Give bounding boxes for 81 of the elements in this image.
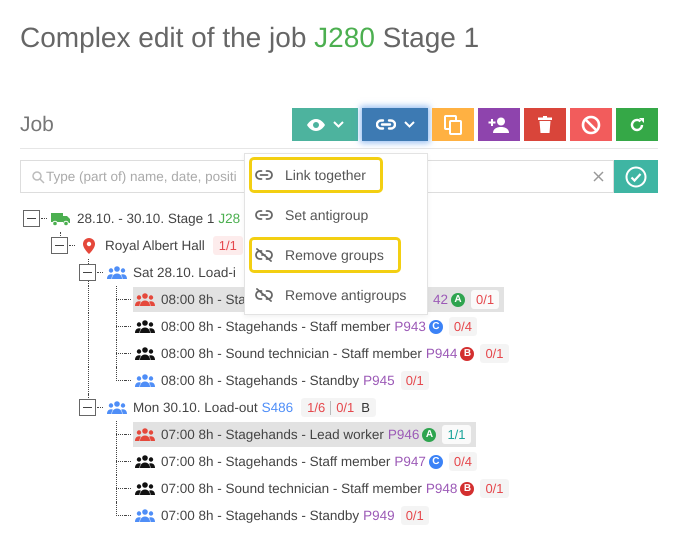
check-circle-icon	[625, 166, 647, 188]
count-text: 1/6	[307, 400, 326, 415]
search-icon	[32, 171, 45, 184]
trash-icon	[538, 116, 552, 133]
count-badge: 0/1	[400, 371, 429, 390]
view-button[interactable]	[292, 108, 358, 141]
item-code: J28	[218, 211, 240, 226]
delete-button[interactable]	[524, 108, 566, 141]
link-icon	[255, 170, 273, 180]
node-label: Sat 28.10. Load-i	[133, 265, 236, 280]
node-label: 07:00 8h - Stagehands - Standby	[161, 508, 360, 523]
item-code: P946	[388, 427, 420, 442]
letter-badge: C	[428, 320, 443, 334]
collapse-toggle[interactable]	[79, 264, 96, 281]
link-icon	[376, 119, 396, 130]
item-code: 42	[433, 292, 448, 307]
node-label: 07:00 8h - Stagehands - Lead worker	[161, 427, 384, 442]
count-badge: 0/1	[480, 344, 509, 363]
truck-icon	[51, 212, 71, 226]
broken-link-icon	[255, 248, 273, 262]
menu-item[interactable]: Remove groups	[249, 237, 401, 273]
count-badge: 0/1	[400, 506, 429, 525]
tree-row[interactable]: 07:00 8h - Stagehands - Lead worker P946 A 1/1	[133, 422, 476, 447]
link-icon	[255, 210, 273, 220]
collapse-toggle[interactable]	[51, 237, 68, 254]
node-label: 08:00 8h - Stagehands - Standby	[161, 373, 360, 388]
count-text: 1/1	[218, 238, 237, 253]
collapse-toggle[interactable]	[79, 399, 96, 416]
item-code: P943	[394, 319, 426, 334]
count-badge: 0/1	[471, 290, 500, 309]
count-note: B	[361, 400, 370, 415]
count-badge: 0/4	[448, 317, 477, 336]
node-label: 08:00 8h - Sound technician - Staff member	[161, 346, 422, 361]
item-code: P944	[426, 346, 458, 361]
menu-item[interactable]: Link together	[249, 157, 383, 193]
add-person-icon	[488, 116, 510, 132]
count-badge: 1/1	[442, 425, 471, 444]
count-badge: 0/4	[448, 452, 477, 471]
item-code: P948	[426, 481, 458, 496]
copy-icon	[444, 114, 462, 134]
ban-icon	[581, 114, 601, 134]
node-label: 07:00 8h - Stagehands - Staff member	[161, 454, 390, 469]
item-code: P949	[363, 508, 395, 523]
link-button[interactable]	[362, 108, 428, 141]
tree-row[interactable]: 07:00 8h - Sound technician - Staff member P948 B 0/1	[133, 476, 514, 501]
node-label: 28.10. - 30.10. Stage 1	[77, 211, 214, 226]
letter-badge: B	[460, 482, 474, 496]
people-icon	[107, 266, 127, 279]
collapse-toggle[interactable]	[23, 210, 40, 227]
letter-badge: A	[422, 428, 436, 442]
node-label: Mon 30.10. Load-out	[133, 400, 258, 415]
node-label: 08:00 8h - Stagehands - Staff member	[161, 319, 390, 334]
add-person-button[interactable]	[478, 108, 520, 141]
chevron-down-icon	[332, 121, 344, 128]
item-code: P947	[394, 454, 426, 469]
count-badge: 0/1	[480, 479, 509, 498]
tree-row[interactable]: 08:00 8h - Stagehands - Staff member P943 C 0/4	[133, 314, 482, 339]
letter-badge: B	[460, 346, 474, 360]
chevron-down-icon	[404, 121, 414, 128]
eye-icon	[306, 118, 324, 130]
node-label: Royal Albert Hall	[105, 238, 205, 253]
node-label: 07:00 8h - Sound technician - Staff member	[161, 481, 422, 496]
people-icon	[107, 401, 127, 414]
tree-row[interactable]: 08:00 8h - Sound technician - Staff member P944 B 0/1	[133, 341, 514, 366]
section-title: Job	[20, 112, 54, 136]
page-title: Complex edit of the job J280 Stage 1	[20, 22, 480, 53]
tree-row[interactable]: 08:00 8h - Stagehands - Standby P945 0/1	[133, 368, 434, 393]
item-code: P945	[363, 373, 395, 388]
broken-link-icon	[255, 288, 273, 302]
refresh-button[interactable]	[616, 108, 658, 141]
map-pin-icon	[83, 238, 95, 254]
refresh-icon	[629, 116, 645, 132]
letter-badge: A	[451, 292, 466, 306]
count-text: 0/1	[336, 400, 354, 415]
item-code: S486	[262, 400, 294, 415]
close-icon[interactable]	[593, 171, 604, 182]
tree-row[interactable]: 07:00 8h - Stagehands - Staff member P947 C 0/4	[133, 449, 482, 474]
letter-badge: C	[428, 454, 443, 468]
confirm-button[interactable]	[614, 160, 658, 193]
cancel-button[interactable]	[570, 108, 612, 141]
tree-row[interactable]: 07:00 8h - Stagehands - Standby P949 0/1	[133, 503, 434, 528]
